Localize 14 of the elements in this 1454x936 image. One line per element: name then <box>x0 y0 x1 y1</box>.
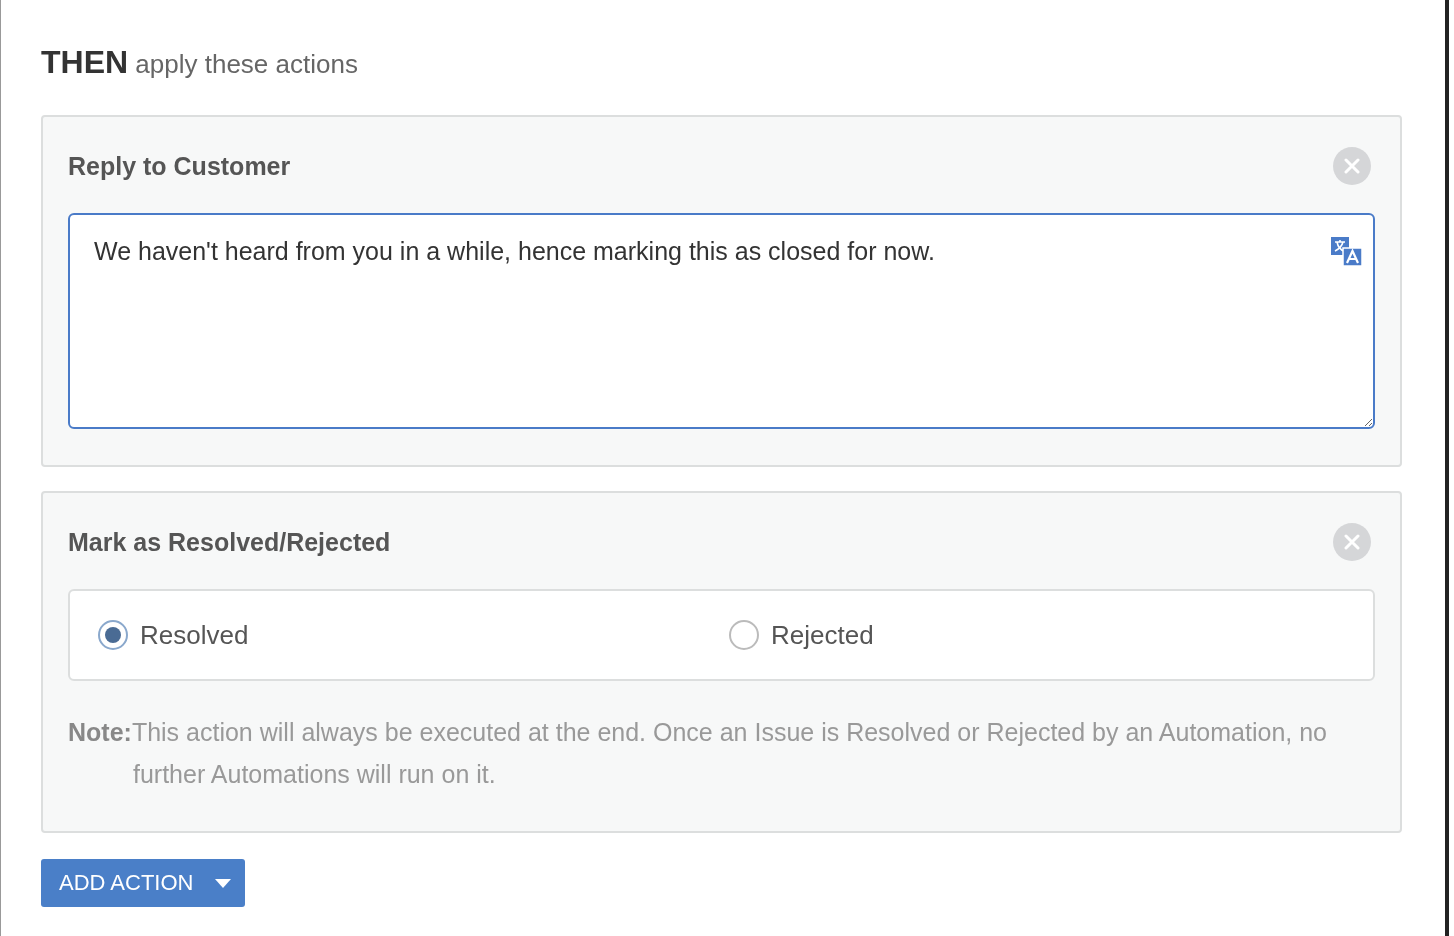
section-heading: THEN apply these actions <box>41 44 359 81</box>
radio-button[interactable] <box>98 620 128 650</box>
translate-icon[interactable] <box>1331 237 1363 267</box>
radio-label[interactable]: Rejected <box>771 619 874 651</box>
message-field[interactable]: We haven't heard from you in a while, hence marking this as closed for now. <box>68 213 1375 429</box>
radio-label[interactable]: Resolved <box>140 619 249 651</box>
caret-icon <box>215 878 232 888</box>
close-icon[interactable] <box>1333 523 1371 561</box>
close-icon[interactable] <box>1333 147 1371 185</box>
card-title: Reply to Customer <box>68 151 291 181</box>
card-title: Mark as Resolved/Rejected <box>68 527 391 557</box>
add-action-button[interactable]: ADD ACTION <box>41 859 246 907</box>
note-text: Note:This action will always be executed at the end. Once an Issue is Resolved or Rejected by an Automation, no further Automations will run on it. <box>68 717 1328 790</box>
radio-button[interactable] <box>729 620 759 650</box>
